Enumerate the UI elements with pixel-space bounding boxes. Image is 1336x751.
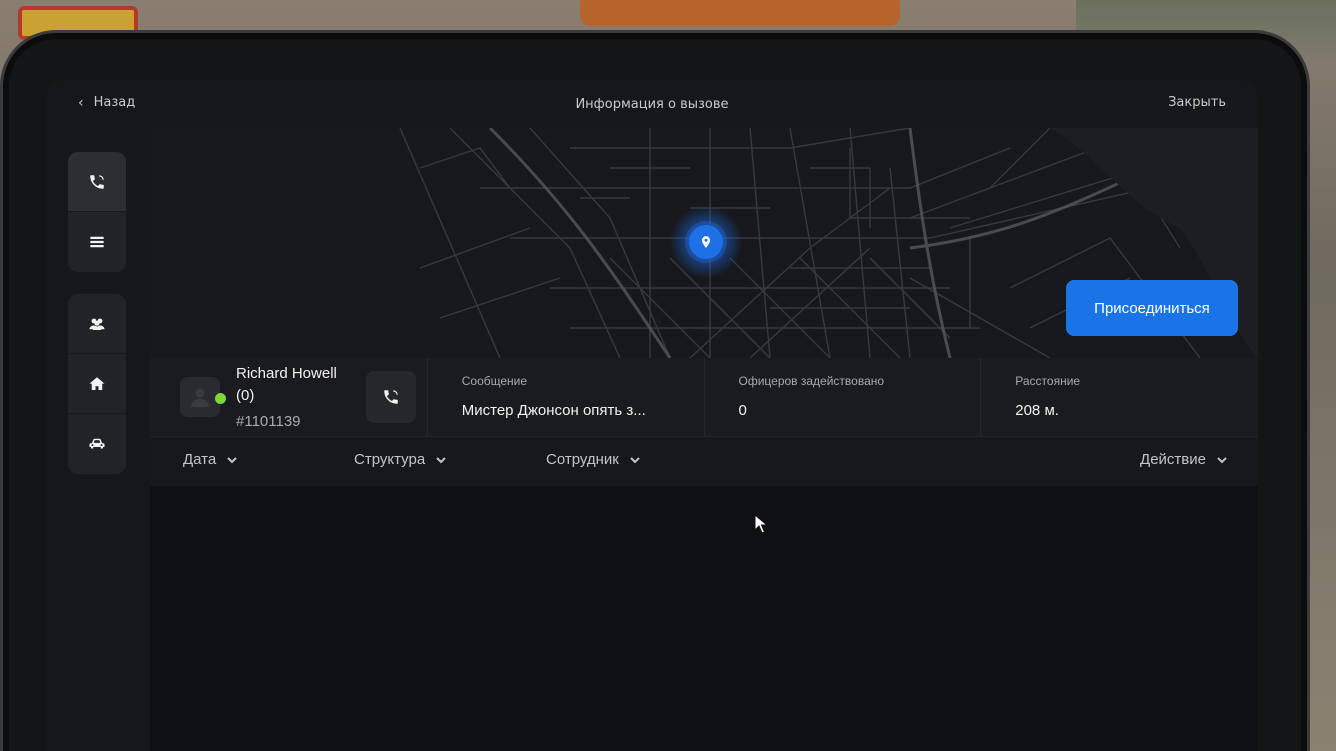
location-pin-icon[interactable]	[689, 225, 723, 259]
avatar	[180, 377, 226, 417]
sidebar-item-calls[interactable]	[68, 152, 126, 212]
sidebar-item-home[interactable]	[68, 354, 126, 414]
car-icon	[89, 438, 105, 449]
user-icon	[191, 388, 209, 407]
call-info-strip: Richard Howell (0) #1101139 Сообщение Ми…	[150, 358, 1258, 436]
call-location-map[interactable]: Присоединиться	[150, 128, 1258, 358]
column-label: Действие	[1140, 451, 1206, 468]
call-caller-button[interactable]	[366, 371, 416, 423]
mouse-cursor-icon	[754, 514, 768, 534]
caller-count: (0)	[236, 386, 255, 404]
column-label: Дата	[183, 451, 217, 468]
back-button[interactable]: ‹ Назад	[78, 95, 135, 110]
stat-message: Сообщение Мистер Джонсон опять з...	[428, 358, 705, 436]
column-label: Структура	[354, 451, 426, 468]
stat-label: Расстояние	[1015, 374, 1081, 388]
phone-icon	[384, 390, 398, 404]
column-date[interactable]: Дата	[183, 451, 238, 468]
stat-value: 208 м.	[1015, 402, 1059, 419]
background-vehicle	[580, 0, 900, 26]
chevron-down-icon	[630, 456, 640, 463]
menu-icon	[90, 236, 104, 248]
online-status-dot	[215, 393, 226, 404]
call-details-panel: Присоединиться Richard Howell (0) #11011…	[150, 128, 1258, 751]
top-bar: ‹ Назад Информация о вызове Закрыть	[46, 80, 1258, 128]
column-label: Сотрудник	[546, 451, 619, 468]
chevron-down-icon	[227, 456, 237, 463]
users-icon	[89, 318, 105, 330]
sidebar-item-menu[interactable]	[68, 212, 126, 272]
back-label: Назад	[93, 95, 136, 110]
stat-distance: Расстояние 208 м.	[981, 358, 1258, 436]
home-icon	[89, 376, 105, 390]
sidebar-group-primary	[68, 152, 126, 272]
sidebar-item-users[interactable]	[68, 294, 126, 354]
map-marker-icon	[701, 236, 711, 248]
table-header: Дата Структура Сотрудник Действие	[150, 436, 1258, 486]
close-button[interactable]: Закрыть	[1168, 95, 1226, 110]
join-button[interactable]: Присоединиться	[1066, 280, 1238, 336]
chevron-down-icon	[436, 456, 446, 463]
column-action[interactable]: Действие	[1140, 451, 1228, 468]
table-body	[150, 486, 1258, 751]
sidebar-item-vehicles[interactable]	[68, 414, 126, 474]
column-employee[interactable]: Сотрудник	[546, 451, 641, 468]
chevron-left-icon: ‹	[78, 94, 84, 111]
stat-officers: Офицеров задействовано 0	[705, 358, 982, 436]
sidebar-group-secondary	[68, 294, 126, 474]
stat-value: 0	[738, 402, 747, 419]
tablet-screen: ‹ Назад Информация о вызове Закрыть Прис…	[46, 80, 1258, 751]
page-title: Информация о вызове	[575, 96, 729, 112]
stat-value: Мистер Джонсон опять з...	[461, 402, 646, 419]
chevron-down-icon	[1217, 456, 1227, 463]
stat-label: Сообщение	[461, 374, 528, 388]
stat-label: Офицеров задействовано	[738, 374, 885, 388]
caller-name: Richard Howell	[236, 364, 337, 382]
column-structure[interactable]: Структура	[354, 451, 447, 468]
phone-icon	[90, 174, 104, 189]
caller-id: #1101139	[236, 412, 301, 430]
caller-card: Richard Howell (0) #1101139	[150, 358, 428, 436]
